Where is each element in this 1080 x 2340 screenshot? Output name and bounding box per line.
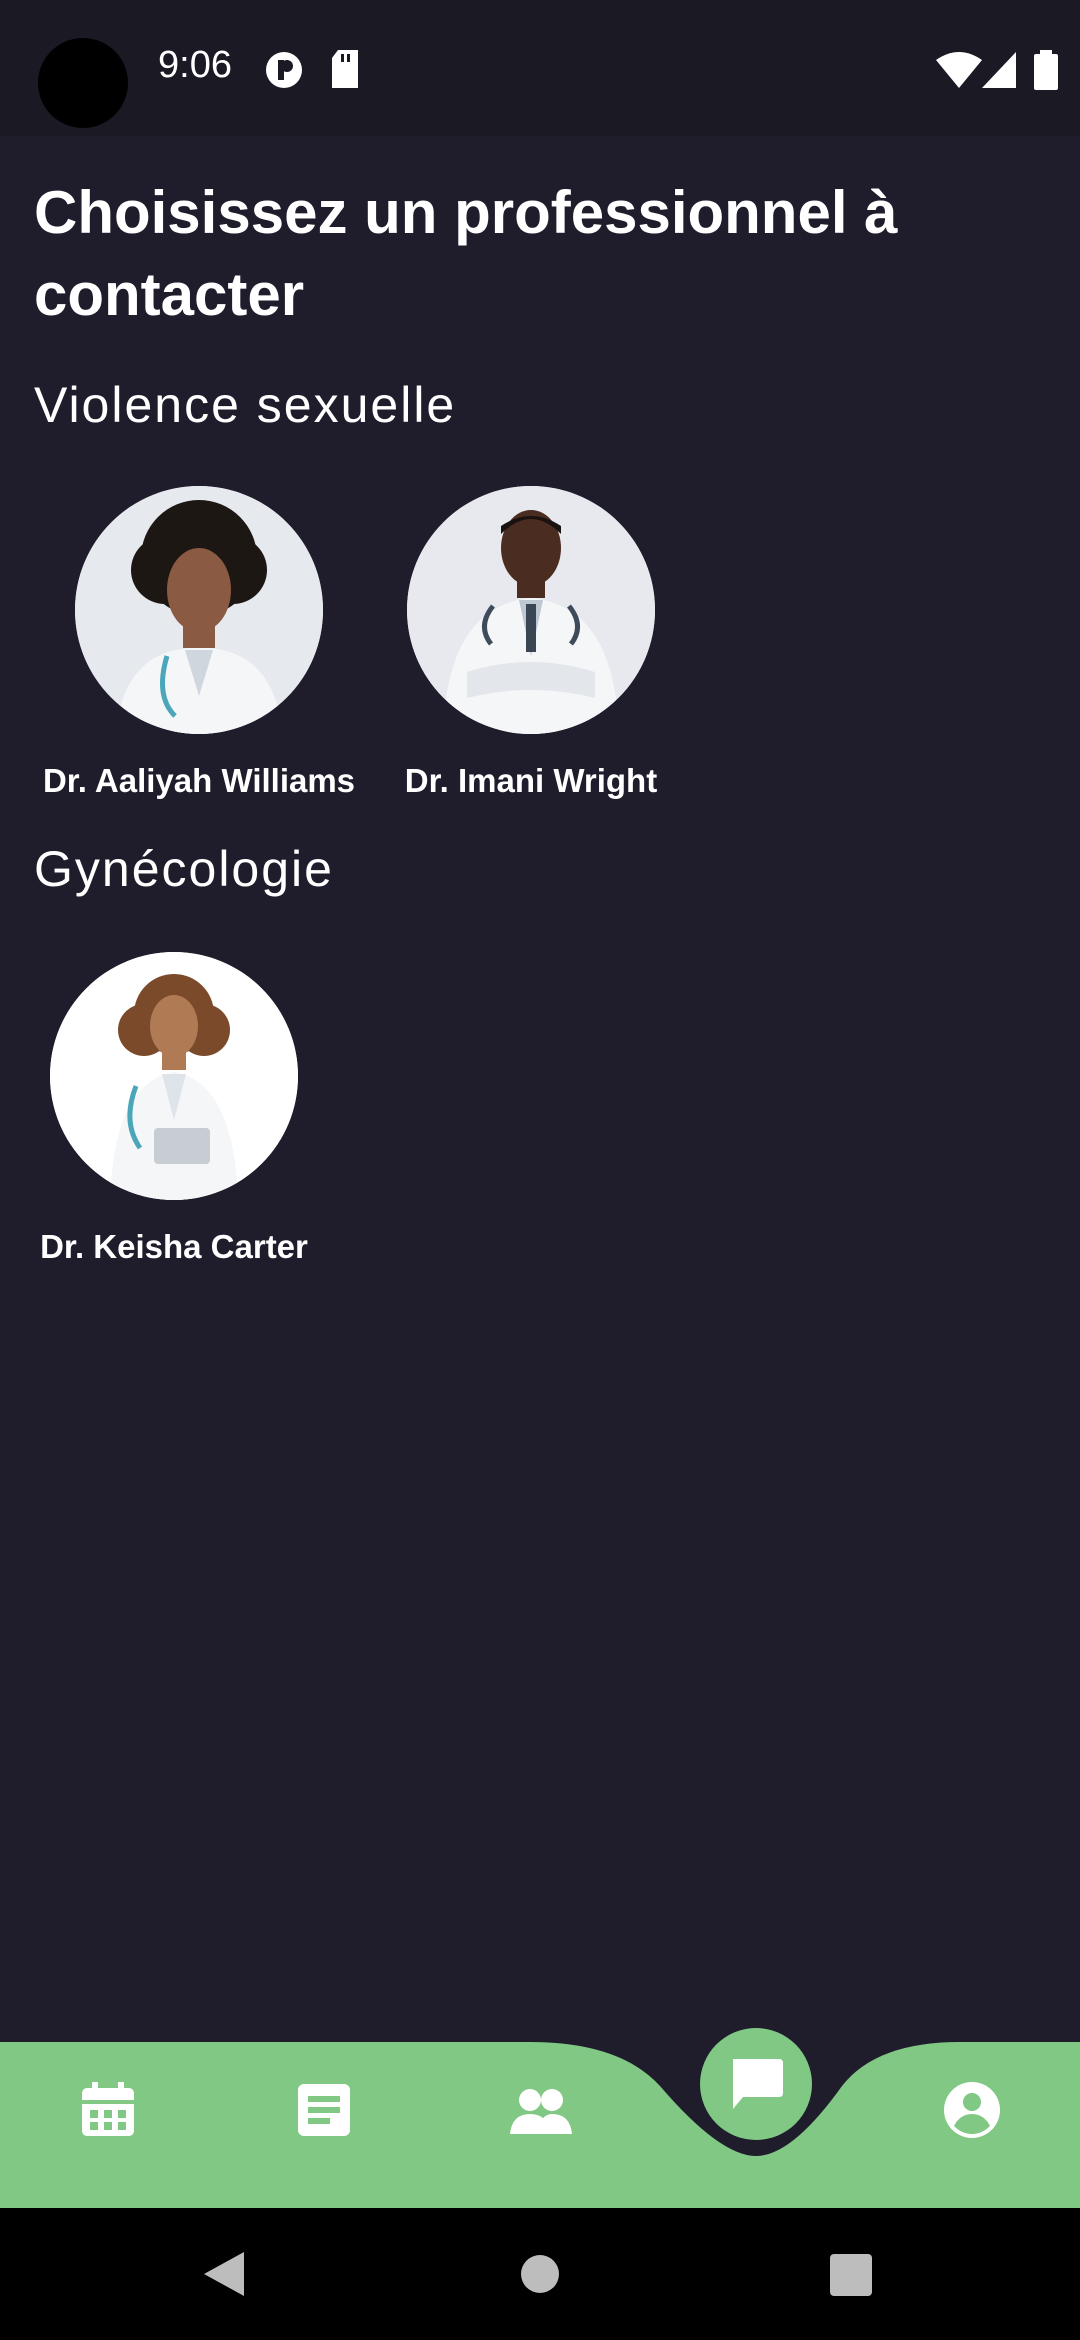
doctor-card-imani-wright[interactable]: Dr. Imani Wright [386,486,676,800]
section-title-gynecologie: Gynécologie [34,841,334,897]
back-button[interactable] [204,2252,246,2296]
calendar-icon[interactable] [78,2080,138,2140]
profile-icon[interactable] [942,2080,1002,2140]
circle-p-icon [266,52,302,88]
camera-cutout [38,38,128,128]
status-time: 9:06 [158,44,232,86]
doctor-name: Dr. Keisha Carter [40,1228,308,1265]
page-title: Choisissez un professionnel à contacter [34,179,898,328]
home-button[interactable] [520,2254,560,2294]
doctor-avatar[interactable] [407,486,655,734]
section-title-violence-sexuelle: Violence sexuelle [34,377,457,433]
doctor-name: Dr. Imani Wright [404,762,658,799]
doctor-avatar[interactable] [50,952,298,1200]
wifi-icon [936,52,982,88]
group-icon[interactable] [508,2080,574,2140]
notes-icon[interactable] [294,2080,354,2140]
system-navigation-bar [0,2208,1080,2340]
battery-icon [1034,50,1058,90]
status-bar: 9:06 [0,0,1080,136]
chat-fab-button[interactable] [700,2028,812,2140]
chat-icon [733,2059,783,2109]
doctor-card-aaliyah-williams[interactable]: Dr. Aaliyah Williams [34,486,364,800]
doctor-card-keisha-carter[interactable]: Dr. Keisha Carter [34,952,314,1266]
doctor-avatar[interactable] [75,486,323,734]
signal-icon [982,52,1016,88]
doctor-name: Dr. Aaliyah Williams [42,762,356,799]
sd-card-icon [332,50,358,88]
recents-button[interactable] [830,2254,872,2296]
